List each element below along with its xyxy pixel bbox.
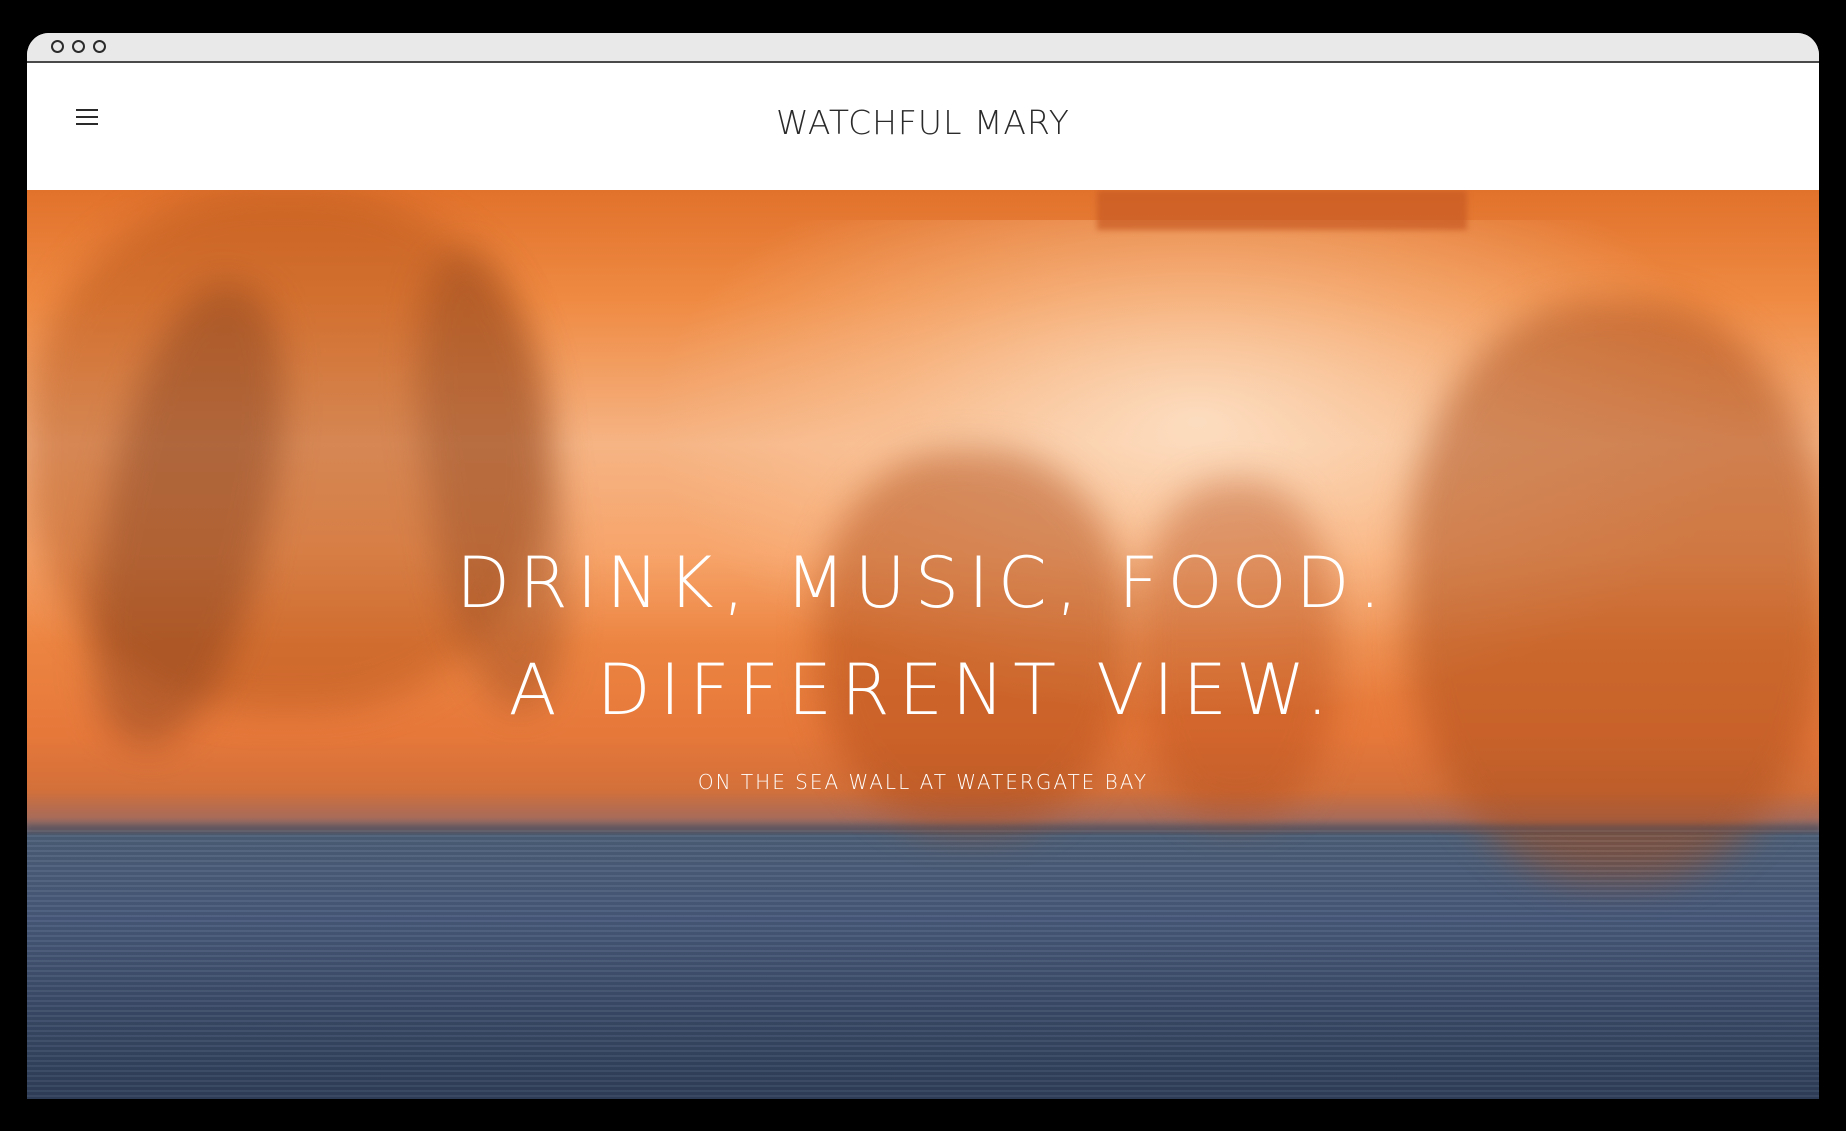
window-close-dot[interactable] bbox=[51, 40, 64, 53]
hero-subheadline: ON THE SEA WALL AT WATERGATE BAY bbox=[697, 770, 1149, 794]
hero-background-sign bbox=[1097, 190, 1467, 230]
hero-content: DRINK, MUSIC, FOOD. A DIFFERENT VIEW. ON… bbox=[27, 530, 1819, 794]
hero-headline-line-2: A DIFFERENT VIEW. bbox=[508, 649, 1338, 731]
hero-headline-line-1: DRINK, MUSIC, FOOD. bbox=[456, 542, 1390, 624]
window-titlebar bbox=[27, 33, 1819, 63]
site-header: WATCHFUL MARY bbox=[27, 63, 1819, 190]
window-maximize-dot[interactable] bbox=[93, 40, 106, 53]
browser-window: WATCHFUL MARY DRINK, MUSIC, FOOD. A DIFF… bbox=[27, 33, 1819, 1099]
site-title[interactable]: WATCHFUL MARY bbox=[27, 103, 1819, 142]
hero-sea bbox=[27, 830, 1819, 1099]
hero-section: DRINK, MUSIC, FOOD. A DIFFERENT VIEW. ON… bbox=[27, 190, 1819, 1099]
window-minimize-dot[interactable] bbox=[72, 40, 85, 53]
